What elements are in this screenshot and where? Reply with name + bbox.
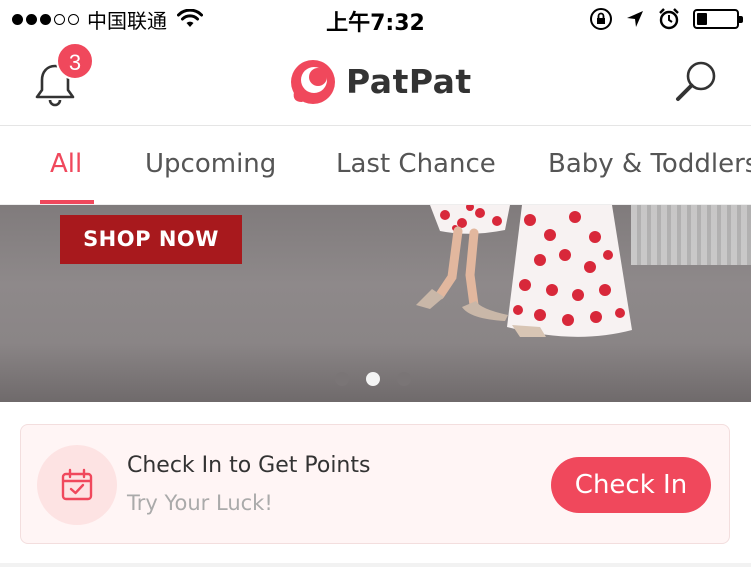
checkin-card: Check In to Get Points Try Your Luck! Ch… bbox=[20, 424, 730, 544]
tab-baby-toddlers[interactable]: Baby & Toddlers bbox=[548, 149, 751, 179]
carousel-dot[interactable] bbox=[335, 372, 349, 386]
search-button[interactable] bbox=[672, 58, 722, 108]
promo-banner[interactable]: SHOP NOW bbox=[0, 205, 751, 402]
search-icon bbox=[676, 61, 716, 101]
carousel-indicators bbox=[335, 372, 411, 386]
carousel-dot[interactable] bbox=[397, 372, 411, 386]
section-divider bbox=[0, 563, 751, 567]
checkin-subtitle: Try Your Luck! bbox=[127, 491, 273, 515]
checkin-title: Check In to Get Points bbox=[127, 453, 371, 478]
status-right bbox=[589, 6, 743, 32]
status-bar: 中国联通 上午7:32 bbox=[0, 0, 751, 40]
notification-badge: 3 bbox=[56, 42, 94, 80]
alarm-icon bbox=[659, 8, 679, 30]
patpat-logo: PatPat bbox=[288, 56, 472, 106]
orientation-lock-icon bbox=[590, 8, 612, 30]
category-tabs: All Upcoming Last Chance Baby & Toddlers bbox=[0, 127, 751, 205]
tab-all[interactable]: All bbox=[50, 149, 82, 179]
logo-text: PatPat bbox=[346, 61, 472, 101]
location-arrow-icon bbox=[627, 11, 643, 27]
app-header: 3 PatPat bbox=[0, 40, 751, 126]
carousel-dot-active[interactable] bbox=[366, 372, 380, 386]
calendar-check-icon bbox=[61, 468, 93, 501]
tab-last-chance[interactable]: Last Chance bbox=[336, 149, 496, 179]
battery-icon bbox=[693, 9, 743, 29]
check-in-button[interactable]: Check In bbox=[551, 457, 711, 513]
tab-upcoming[interactable]: Upcoming bbox=[145, 149, 276, 179]
calendar-icon-container bbox=[37, 445, 117, 525]
shop-now-button[interactable]: SHOP NOW bbox=[60, 215, 242, 264]
patpat-logo-icon bbox=[291, 60, 335, 104]
